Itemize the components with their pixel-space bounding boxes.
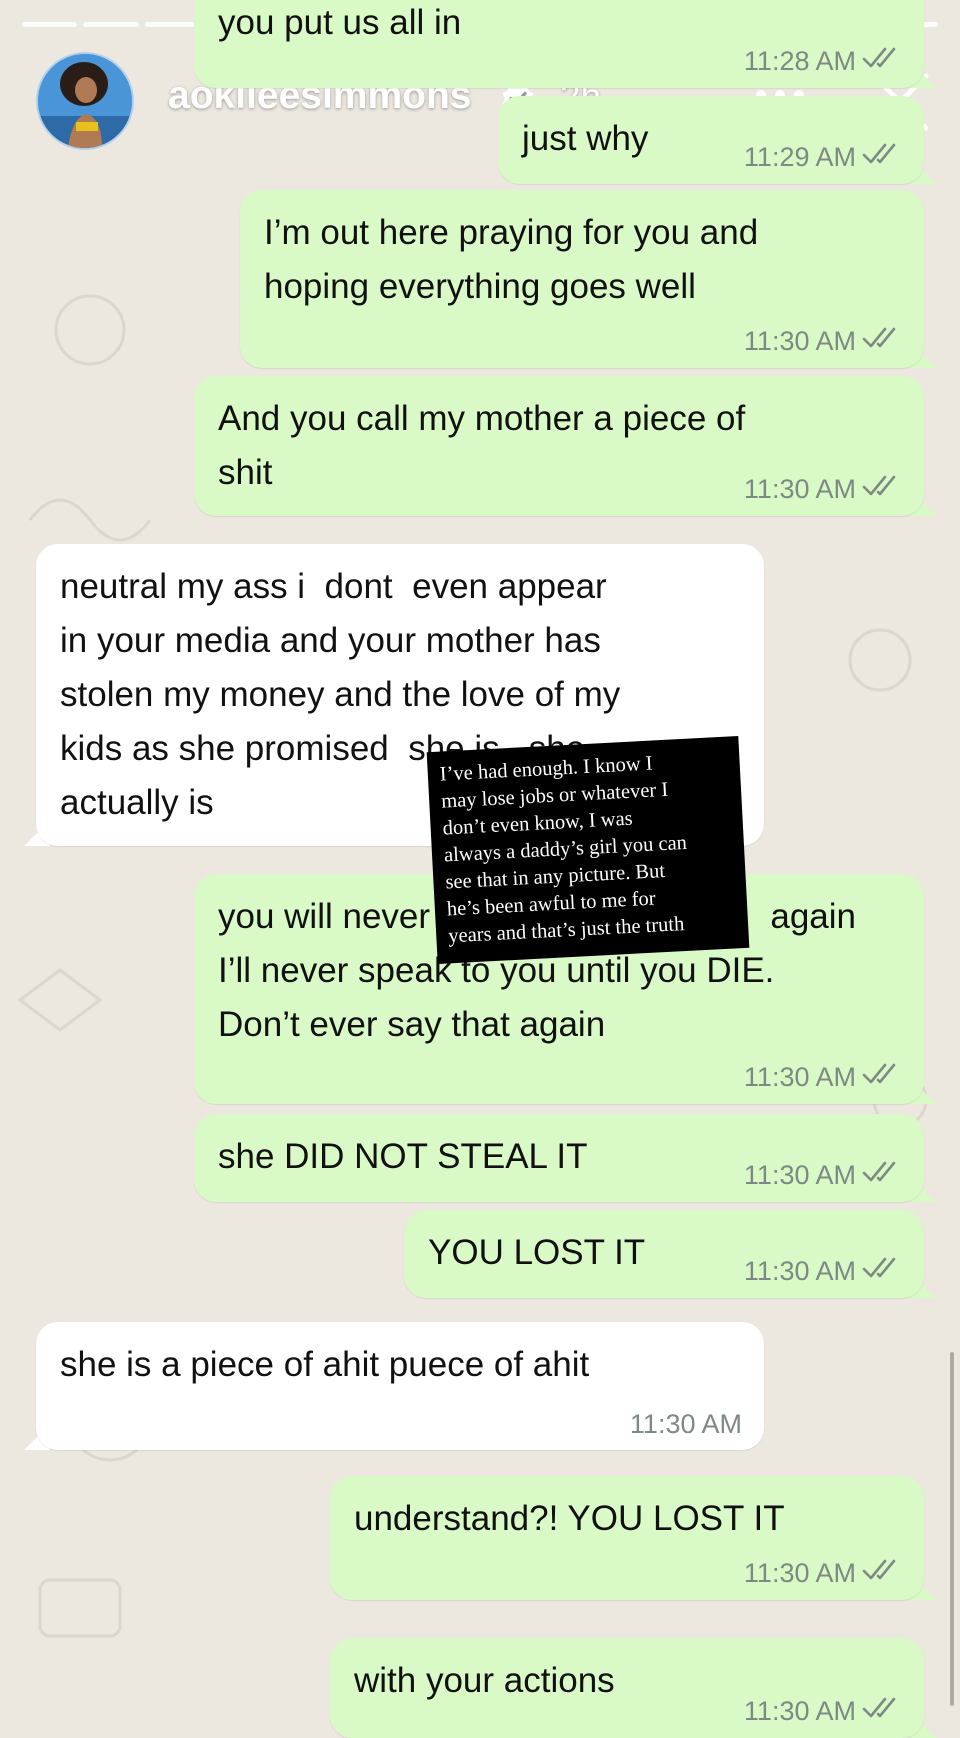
read-receipt-icon bbox=[862, 1161, 896, 1182]
message-text: you put us all in bbox=[218, 3, 462, 42]
message-text: she is a piece of ahit puece of ahit bbox=[60, 1345, 590, 1384]
read-receipt-icon bbox=[862, 1559, 896, 1580]
message-meta: 11:30 AM bbox=[744, 325, 902, 358]
read-receipt-icon bbox=[862, 327, 896, 348]
message-bubble[interactable]: YOU LOST IT 11:30 AM bbox=[404, 1210, 924, 1298]
message-timestamp: 11:30 AM bbox=[743, 1062, 856, 1092]
message-timestamp: 11:30 AM bbox=[743, 1256, 856, 1286]
scrollbar[interactable] bbox=[950, 1352, 954, 1706]
message-timestamp: 11:28 AM bbox=[743, 46, 856, 76]
message-bubble[interactable]: you put us all in 11:28 AM bbox=[194, 0, 924, 88]
message-timestamp: 11:30 AM bbox=[743, 326, 856, 356]
message-meta: 11:30 AM bbox=[744, 1061, 902, 1094]
read-receipt bbox=[862, 1255, 902, 1288]
message-bubble[interactable]: she DID NOT STEAL IT 11:30 AM bbox=[194, 1114, 924, 1202]
story-progress-segment bbox=[144, 22, 201, 27]
story-progress-segment bbox=[83, 22, 139, 27]
message-bubble[interactable]: And you call my mother a piece of shit 11… bbox=[194, 376, 924, 516]
message-timestamp: 11:30 AM bbox=[743, 1696, 856, 1726]
read-receipt-icon bbox=[862, 475, 896, 496]
message-meta: 11:30 AM bbox=[744, 1255, 902, 1288]
message-bubble[interactable]: understand?! YOU LOST IT 11:30 AM bbox=[330, 1476, 924, 1600]
message-bubble[interactable]: I’m out here praying for you and hoping … bbox=[240, 190, 924, 368]
message-text: with your actions bbox=[354, 1661, 615, 1700]
message-meta: 11:29 AM bbox=[744, 141, 902, 174]
message-timestamp: 11:29 AM bbox=[743, 142, 856, 172]
read-receipt bbox=[862, 1557, 902, 1590]
read-receipt bbox=[862, 45, 902, 78]
read-receipt bbox=[862, 1061, 902, 1094]
message-meta: 11:30 AM bbox=[744, 1695, 902, 1728]
message-text: And you call my mother a piece of shit bbox=[218, 399, 746, 492]
message-meta: 11:30 AM bbox=[630, 1409, 742, 1440]
profile-avatar[interactable] bbox=[36, 52, 134, 150]
message-meta: 11:28 AM bbox=[744, 45, 902, 78]
read-receipt-icon bbox=[862, 1063, 896, 1084]
message-meta: 11:30 AM bbox=[744, 473, 902, 506]
read-receipt bbox=[862, 1159, 902, 1192]
message-bubble[interactable]: just why 11:29 AM bbox=[498, 96, 924, 184]
read-receipt bbox=[862, 473, 902, 506]
message-text: just why bbox=[522, 119, 649, 158]
message-bubble[interactable]: with your actions 11:30 AM bbox=[330, 1638, 924, 1738]
message-text: understand?! YOU LOST IT bbox=[354, 1499, 785, 1538]
story-progress-segment bbox=[22, 22, 78, 27]
read-receipt bbox=[862, 325, 902, 358]
read-receipt bbox=[862, 1695, 902, 1728]
story-caption: I’ve had enough. I know I may lose jobs … bbox=[426, 735, 750, 965]
message-bubble[interactable]: she is a piece of ahit puece of ahit 11:3… bbox=[36, 1322, 764, 1450]
message-timestamp: 11:30 AM bbox=[743, 1558, 856, 1588]
message-text: YOU LOST IT bbox=[428, 1233, 646, 1272]
read-receipt-icon bbox=[862, 47, 896, 68]
message-timestamp: 11:30 AM bbox=[743, 1160, 856, 1190]
read-receipt-icon bbox=[862, 1257, 896, 1278]
message-text: she DID NOT STEAL IT bbox=[218, 1137, 588, 1176]
message-meta: 11:30 AM bbox=[744, 1557, 902, 1590]
message-timestamp: 11:30 AM bbox=[629, 1409, 742, 1439]
read-receipt-icon bbox=[862, 143, 896, 164]
message-meta: 11:30 AM bbox=[744, 1159, 902, 1192]
read-receipt bbox=[862, 141, 902, 174]
story-caption-text: I’ve had enough. I know I may lose jobs … bbox=[439, 752, 688, 948]
avatar-photo-icon bbox=[38, 54, 132, 148]
message-timestamp: 11:30 AM bbox=[743, 474, 856, 504]
message-text: I’m out here praying for you and hoping … bbox=[264, 213, 759, 306]
read-receipt-icon bbox=[862, 1697, 896, 1718]
